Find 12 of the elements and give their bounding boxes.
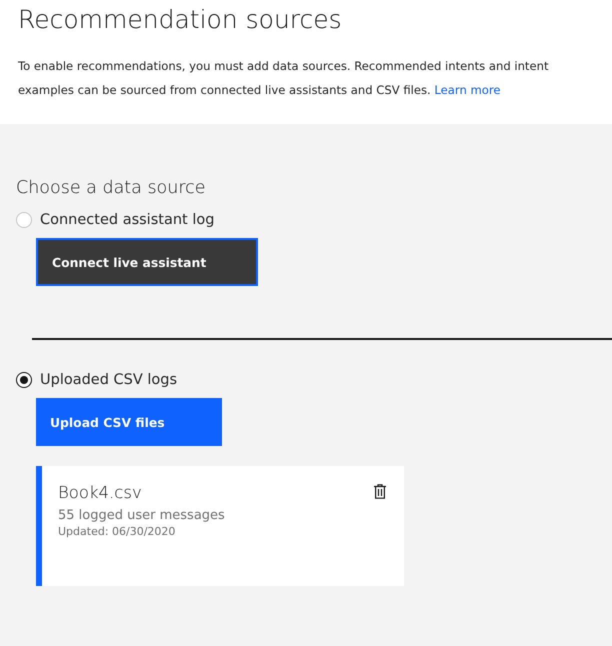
updated-date: Updated: 06/30/2020 — [58, 525, 176, 538]
delete-icon[interactable] — [372, 482, 388, 502]
file-name: Book4.csv — [58, 482, 142, 504]
message-count: 55 logged user messages — [58, 508, 225, 523]
description-text: To enable recommendations, you must add data sources. Recommended intents and intent examples can be sourced from connected live assistants and CSV files. Learn more — [18, 58, 550, 99]
radio-option[interactable]: Uploaded CSV logs — [16, 372, 178, 388]
learn-more-link[interactable]: Learn more — [434, 83, 501, 97]
section-title: Choose a data source — [16, 177, 206, 200]
connect-button[interactable]: Connect live assistant — [36, 238, 258, 286]
page-title: Recommendation sources — [18, 4, 342, 36]
radio-option[interactable]: Connected assistant log — [16, 212, 214, 228]
upload-button[interactable]: Upload CSV files — [36, 398, 222, 446]
